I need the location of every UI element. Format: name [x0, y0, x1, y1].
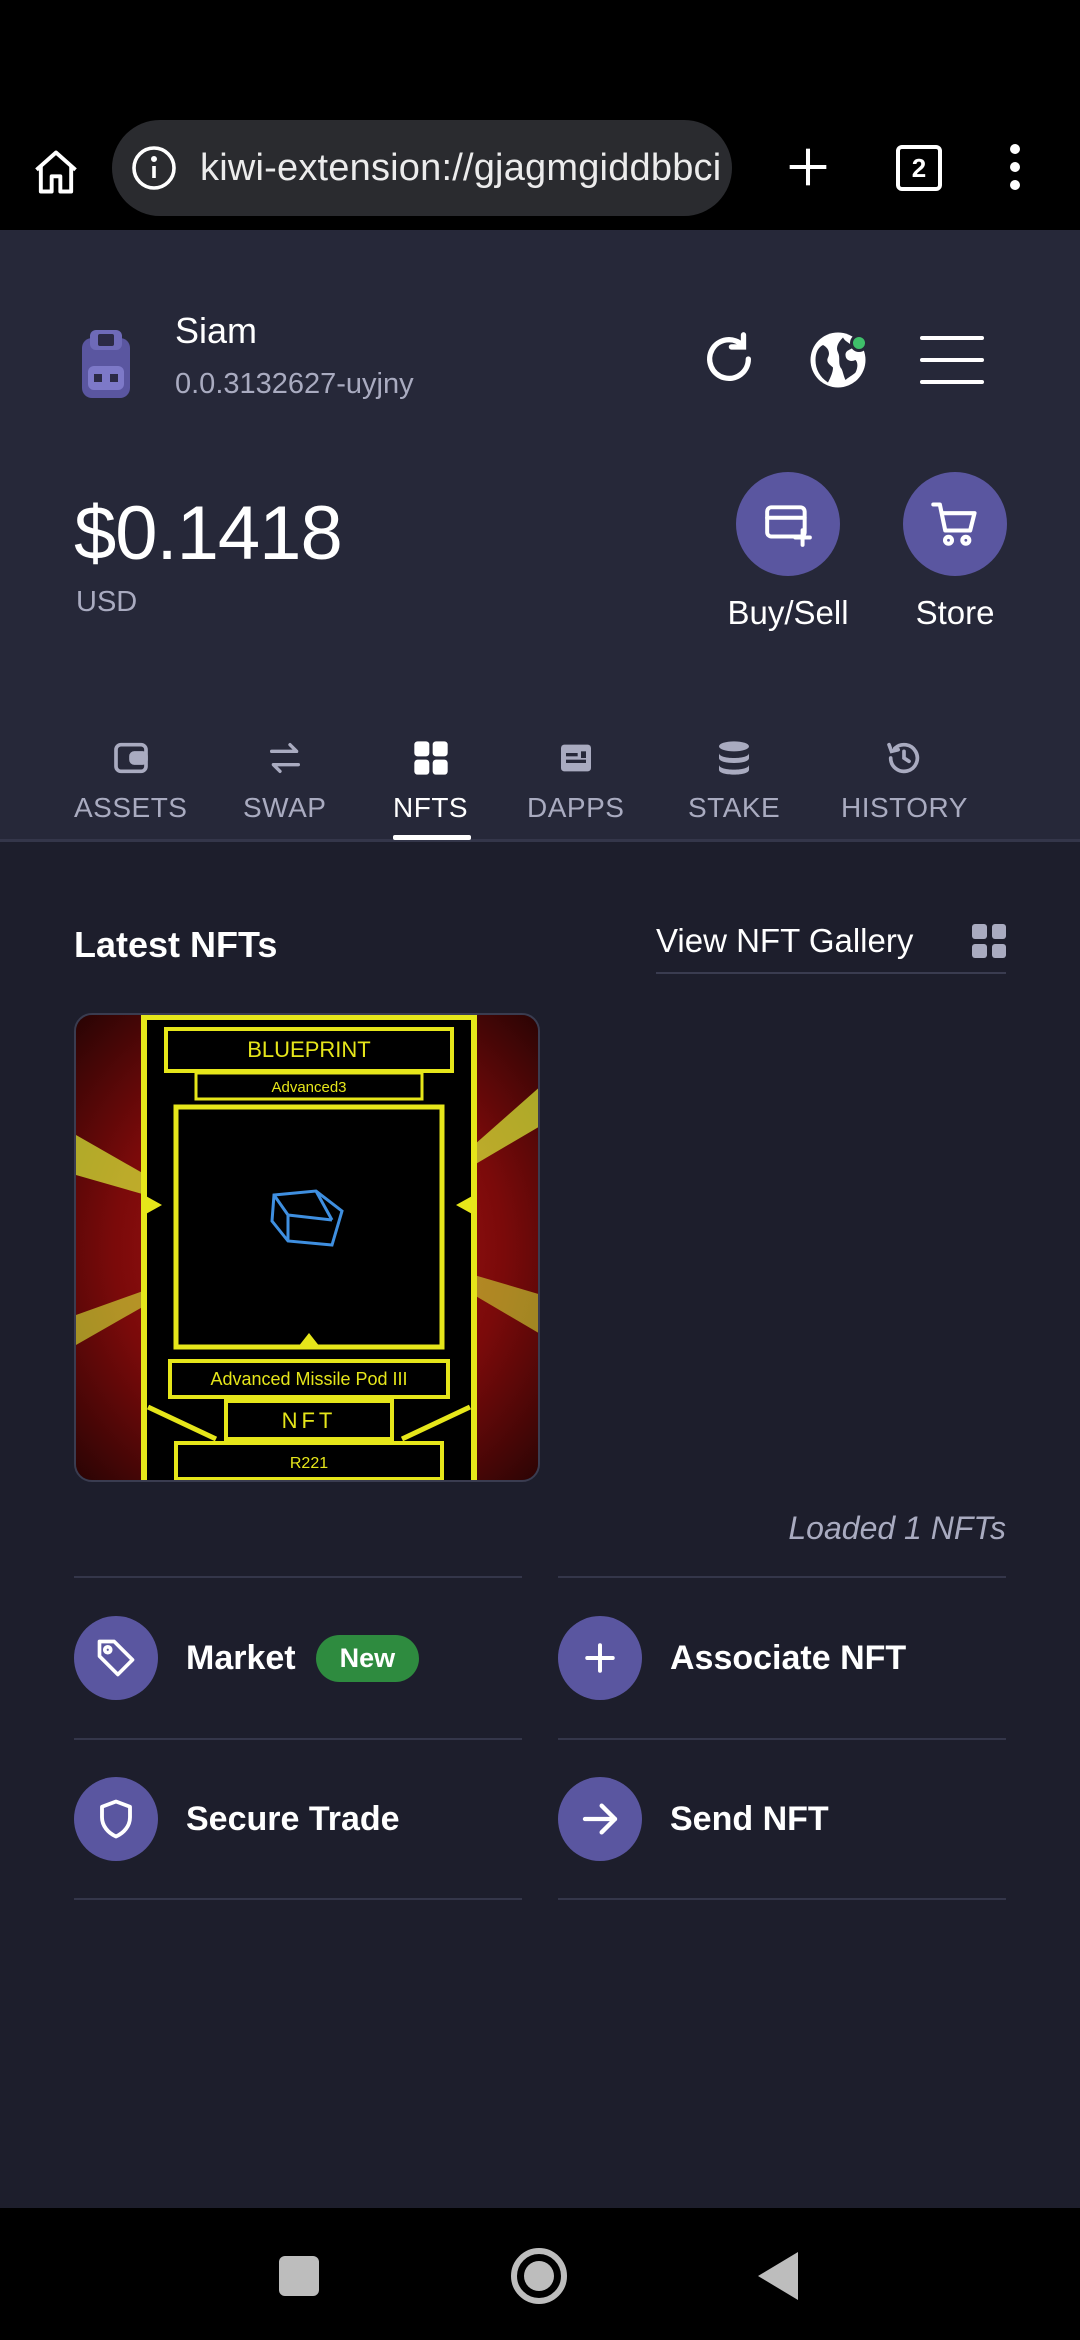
associate-nft-button[interactable]: Associate NFT: [558, 1576, 1006, 1738]
tab-label: ASSETS: [74, 792, 188, 823]
history-icon: [887, 742, 920, 774]
market-label: Market: [186, 1638, 296, 1677]
market-button[interactable]: Market New: [74, 1576, 522, 1738]
tag-icon: [97, 1639, 135, 1677]
home-dot: [524, 2261, 554, 2291]
swap-icon: [269, 743, 300, 773]
card-plus-icon: [765, 505, 812, 547]
tab-label: SWAP: [243, 792, 327, 823]
account-name: Siam: [175, 310, 258, 351]
view-nft-gallery-link[interactable]: View NFT Gallery: [656, 910, 1006, 974]
info-icon[interactable]: [130, 144, 178, 192]
nft-rarity: R221: [290, 1455, 328, 1472]
browser-toolbar: kiwi-extension://gjagmgiddbbci 2: [0, 110, 1080, 230]
tab-stake[interactable]: STAKE: [688, 730, 780, 824]
active-tab-indicator: [393, 835, 471, 840]
grid-icon: [413, 741, 448, 775]
tab-dapps[interactable]: DAPPS: [527, 730, 624, 824]
market-icon-circle: [74, 1616, 158, 1700]
network-status-dot: [850, 334, 868, 352]
menu-dot: [1010, 144, 1020, 154]
url-text[interactable]: kiwi-extension://gjagmgiddbbci: [200, 147, 721, 190]
tab-assets[interactable]: ASSETS: [74, 730, 187, 824]
system-nav-bar: [0, 2208, 1080, 2340]
wallet-icon: [113, 742, 148, 774]
status-bar: [0, 0, 1080, 110]
secure-trade-label: Secure Trade: [186, 1799, 400, 1838]
cart-icon: [931, 502, 977, 546]
dapps-icon: [560, 744, 591, 772]
tab-label: NFTS: [393, 792, 469, 823]
nft-name: Advanced Missile Pod III: [210, 1369, 407, 1389]
tab-nfts[interactable]: NFTS: [393, 730, 468, 824]
tab-swap[interactable]: SWAP: [243, 730, 326, 824]
buy-sell-circle[interactable]: [736, 472, 840, 576]
menu-dot: [1010, 180, 1020, 190]
tab-label: HISTORY: [841, 792, 968, 823]
nft-card[interactable]: BLUEPRINT Advanced3 Advanced Missile Pod…: [74, 1013, 540, 1482]
home-icon: [35, 150, 77, 194]
browser-menu-button[interactable]: [1000, 134, 1030, 200]
hamburger-line: [920, 380, 984, 384]
balance-amount: $0.1418: [74, 491, 343, 576]
new-tab-button[interactable]: [775, 134, 841, 200]
balance-currency: USD: [76, 586, 138, 618]
shield-icon: [100, 1799, 132, 1839]
associate-icon-circle: [558, 1616, 642, 1700]
store-button[interactable]: Store: [880, 472, 1030, 632]
plus-icon: [585, 1643, 615, 1673]
secure-trade-icon-circle: [74, 1777, 158, 1861]
buy-sell-label: Buy/Sell: [727, 594, 849, 631]
loaded-count-text: Loaded 1 NFTs: [788, 1510, 1006, 1546]
home-nav-button[interactable]: [511, 2248, 567, 2304]
hamburger-line: [920, 336, 984, 340]
menu-dot: [1010, 162, 1020, 172]
send-icon-circle: [558, 1777, 642, 1861]
nft-subheader: Advanced3: [271, 1079, 346, 1096]
secure-trade-button[interactable]: Secure Trade: [74, 1738, 522, 1900]
store-label: Store: [915, 594, 995, 631]
tab-history[interactable]: HISTORY: [841, 730, 968, 824]
home-button[interactable]: [22, 138, 90, 206]
arrow-right-icon: [582, 1803, 618, 1835]
send-nft-button[interactable]: Send NFT: [558, 1738, 1006, 1900]
account-id[interactable]: 0.0.3132627-uyjny: [175, 368, 414, 401]
avatar[interactable]: [74, 322, 138, 402]
section-title: Latest NFTs: [74, 924, 278, 965]
nft-type: NFT: [282, 1408, 337, 1433]
hamburger-menu-button[interactable]: [920, 336, 984, 384]
tab-label: STAKE: [688, 792, 781, 823]
tab-switcher-button[interactable]: 2: [896, 145, 942, 191]
stack-icon: [719, 741, 750, 775]
grid-icon: [972, 924, 1006, 958]
nft-header: BLUEPRINT: [247, 1037, 370, 1062]
url-bar[interactable]: kiwi-extension://gjagmgiddbbci: [112, 120, 732, 216]
associate-nft-label: Associate NFT: [670, 1638, 907, 1677]
refresh-icon[interactable]: [700, 330, 758, 388]
buy-sell-button[interactable]: Buy/Sell: [713, 472, 863, 632]
wallet-tabs: ASSETS SWAP NFTS DAPPS STAKE HISTORY: [0, 730, 1080, 842]
hamburger-line: [920, 358, 984, 362]
wallet-header: Siam 0.0.3132627-uyjny $0.1418 USD Buy/S…: [0, 230, 1080, 842]
plus-icon: [789, 148, 827, 186]
recents-button[interactable]: [279, 2256, 319, 2296]
nft-image: BLUEPRINT Advanced3 Advanced Missile Pod…: [76, 1015, 538, 1480]
send-nft-label: Send NFT: [670, 1799, 829, 1838]
gallery-link-label: View NFT Gallery: [656, 922, 914, 959]
new-badge: New: [315, 1634, 420, 1682]
tab-label: DAPPS: [527, 792, 625, 823]
back-button[interactable]: [758, 2252, 798, 2300]
store-circle[interactable]: [903, 472, 1007, 576]
